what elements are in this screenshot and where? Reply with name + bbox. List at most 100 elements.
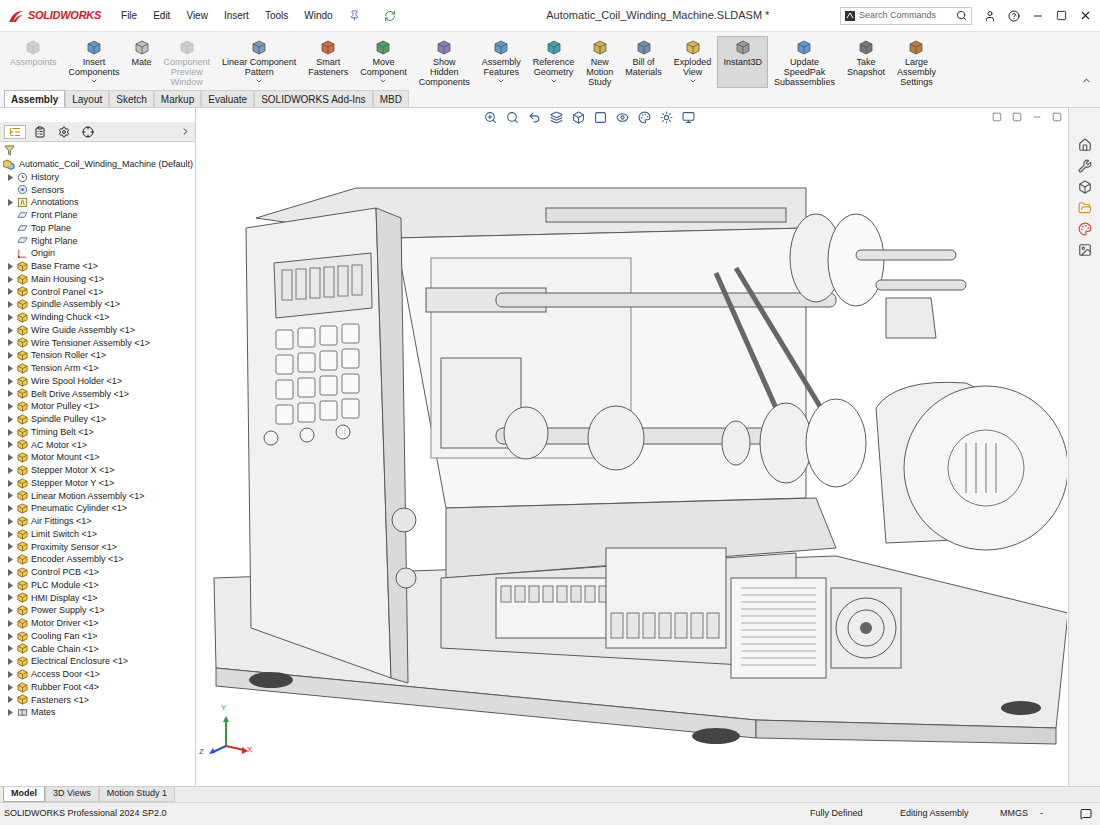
command-button[interactable]: LargeAssemblySettings <box>891 36 942 88</box>
app-logo[interactable]: SOLIDWORKS <box>8 7 101 24</box>
tree-item[interactable]: Encoder Assembly <1> <box>0 553 195 566</box>
expand-arrow-icon[interactable] <box>8 327 13 334</box>
tree-root[interactable]: Automatic_Coil_Winding_Machine (Default) <box>0 158 195 171</box>
command-button[interactable]: SmartFasteners <box>302 36 354 88</box>
configuration-icon[interactable] <box>58 126 70 138</box>
tree-item[interactable]: Spindle Assembly <1> <box>0 298 195 311</box>
expand-arrow-icon[interactable] <box>8 543 13 550</box>
pin-icon[interactable] <box>349 10 360 21</box>
expand-arrow-icon[interactable] <box>8 492 13 499</box>
tree-item[interactable]: Access Door <1> <box>0 668 195 681</box>
command-button[interactable]: Assmpoints <box>4 36 63 88</box>
command-button[interactable]: Mate <box>126 36 158 88</box>
command-button[interactable]: AssemblyFeatures <box>476 36 527 88</box>
help-icon[interactable] <box>1008 10 1020 22</box>
link-view-icon[interactable] <box>1012 112 1022 122</box>
command-button[interactable]: Instant3D <box>717 36 768 88</box>
view-settings-icon[interactable] <box>682 111 695 124</box>
expand-arrow-icon[interactable] <box>8 696 13 703</box>
tree-item[interactable]: Motor Mount <1> <box>0 451 195 464</box>
tree-item[interactable]: AC Motor <1> <box>0 439 195 452</box>
dropdown-icon[interactable] <box>550 77 558 85</box>
tree-item[interactable]: Wire Spool Holder <1> <box>0 375 195 388</box>
collapse-icon[interactable] <box>1081 75 1092 86</box>
minimize-icon[interactable] <box>1032 10 1044 22</box>
restore-icon[interactable] <box>1056 10 1067 21</box>
expand-arrow-icon[interactable] <box>8 365 13 372</box>
tree-item[interactable]: Motor Pulley <1> <box>0 400 195 413</box>
dimxpert-icon[interactable] <box>82 126 94 138</box>
expand-arrow-icon[interactable] <box>8 658 13 665</box>
custom-properties-icon[interactable] <box>1078 243 1092 257</box>
expand-arrow-icon[interactable] <box>8 403 13 410</box>
tree-item[interactable]: Electrical Enclosure <1> <box>0 655 195 668</box>
expand-arrow-icon[interactable] <box>8 378 13 385</box>
expand-arrow-icon[interactable] <box>8 684 13 691</box>
tree-item[interactable]: Control Panel <1> <box>0 286 195 299</box>
expand-arrow-icon[interactable] <box>8 467 13 474</box>
tree-item[interactable]: Stepper Motor Y <1> <box>0 477 195 490</box>
menu-item[interactable]: Edit <box>153 8 170 23</box>
dropdown-icon[interactable] <box>379 77 387 85</box>
menu-item[interactable]: Insert <box>224 8 249 23</box>
command-button[interactable]: TakeSnapshot <box>841 36 891 88</box>
expand-arrow-icon[interactable] <box>8 556 13 563</box>
expand-arrow-icon[interactable] <box>8 174 13 181</box>
zoom-area-icon[interactable] <box>506 111 519 124</box>
tree-item[interactable]: Timing Belt <1> <box>0 426 195 439</box>
tree-item[interactable]: Origin <box>0 247 195 260</box>
tree-item[interactable]: Tension Arm <1> <box>0 362 195 375</box>
tree-item[interactable]: Power Supply <1> <box>0 604 195 617</box>
ribbon-tab[interactable]: Layout <box>65 90 109 107</box>
folder-icon[interactable] <box>1078 201 1092 215</box>
design-library-icon[interactable] <box>1078 159 1092 173</box>
command-button[interactable]: ExplodedView <box>668 36 718 88</box>
ribbon-tab[interactable]: Assembly <box>4 90 65 107</box>
tree-item[interactable]: Cooling Fan <1> <box>0 630 195 643</box>
viewport-minimize-icon[interactable] <box>1032 112 1042 122</box>
expand-arrow-icon[interactable] <box>8 518 13 525</box>
bottom-tab[interactable]: 3D Views <box>45 787 99 802</box>
menu-item[interactable]: Windo <box>304 8 332 23</box>
tree-item[interactable]: Sensors <box>0 184 195 197</box>
tree-item[interactable]: Control PCB <1> <box>0 566 195 579</box>
tree-item[interactable]: Winding Chuck <1> <box>0 311 195 324</box>
command-button[interactable]: ShowHiddenComponents <box>413 36 476 88</box>
command-button[interactable]: UpdateSpeedPakSubassemblies <box>768 36 841 88</box>
tree-item[interactable]: Mates <box>0 706 195 719</box>
tree-item[interactable]: Wire Tensioner Assembly <1> <box>0 337 195 350</box>
expand-arrow-icon[interactable] <box>8 607 13 614</box>
graphics-area[interactable]: YZX <box>196 108 1068 786</box>
tree-item[interactable]: Cable Chain <1> <box>0 643 195 656</box>
section-view-icon[interactable] <box>550 111 563 124</box>
expand-arrow-icon[interactable] <box>8 441 13 448</box>
expand-arrow-icon[interactable] <box>8 671 13 678</box>
notifications-icon[interactable] <box>1080 808 1092 820</box>
unit-dropdown[interactable]: - <box>1040 807 1080 821</box>
tree-item[interactable]: Wire Guide Assembly <1> <box>0 324 195 337</box>
command-button[interactable]: ComponentPreviewWindow <box>158 36 217 88</box>
tree-item[interactable]: Base Frame <1> <box>0 260 195 273</box>
more-tabs-icon[interactable] <box>180 126 191 137</box>
ribbon-tab[interactable]: Markup <box>154 90 201 107</box>
expand-arrow-icon[interactable] <box>8 288 13 295</box>
tree-item[interactable]: Annotations <box>0 196 195 209</box>
expand-arrow-icon[interactable] <box>8 339 13 346</box>
split-view-icon[interactable] <box>992 112 1002 122</box>
hide-show-icon[interactable] <box>616 111 629 124</box>
ribbon-tab[interactable]: Evaluate <box>201 90 254 107</box>
expand-arrow-icon[interactable] <box>8 620 13 627</box>
command-button[interactable]: Bill ofMaterials <box>619 36 668 88</box>
expand-arrow-icon[interactable] <box>8 582 13 589</box>
expand-arrow-icon[interactable] <box>8 645 13 652</box>
bottom-tab[interactable]: Motion Study 1 <box>99 787 175 802</box>
expand-arrow-icon[interactable] <box>8 633 13 640</box>
tree-item[interactable]: PLC Module <1> <box>0 579 195 592</box>
command-button[interactable]: Linear ComponentPattern <box>216 36 302 88</box>
property-manager-icon[interactable] <box>34 126 46 138</box>
expand-arrow-icon[interactable] <box>8 709 13 716</box>
dropdown-icon[interactable] <box>90 77 98 85</box>
tree-item[interactable]: Pneumatic Cylinder <1> <box>0 502 195 515</box>
file-explorer-icon[interactable] <box>1078 180 1092 194</box>
expand-arrow-icon[interactable] <box>8 505 13 512</box>
